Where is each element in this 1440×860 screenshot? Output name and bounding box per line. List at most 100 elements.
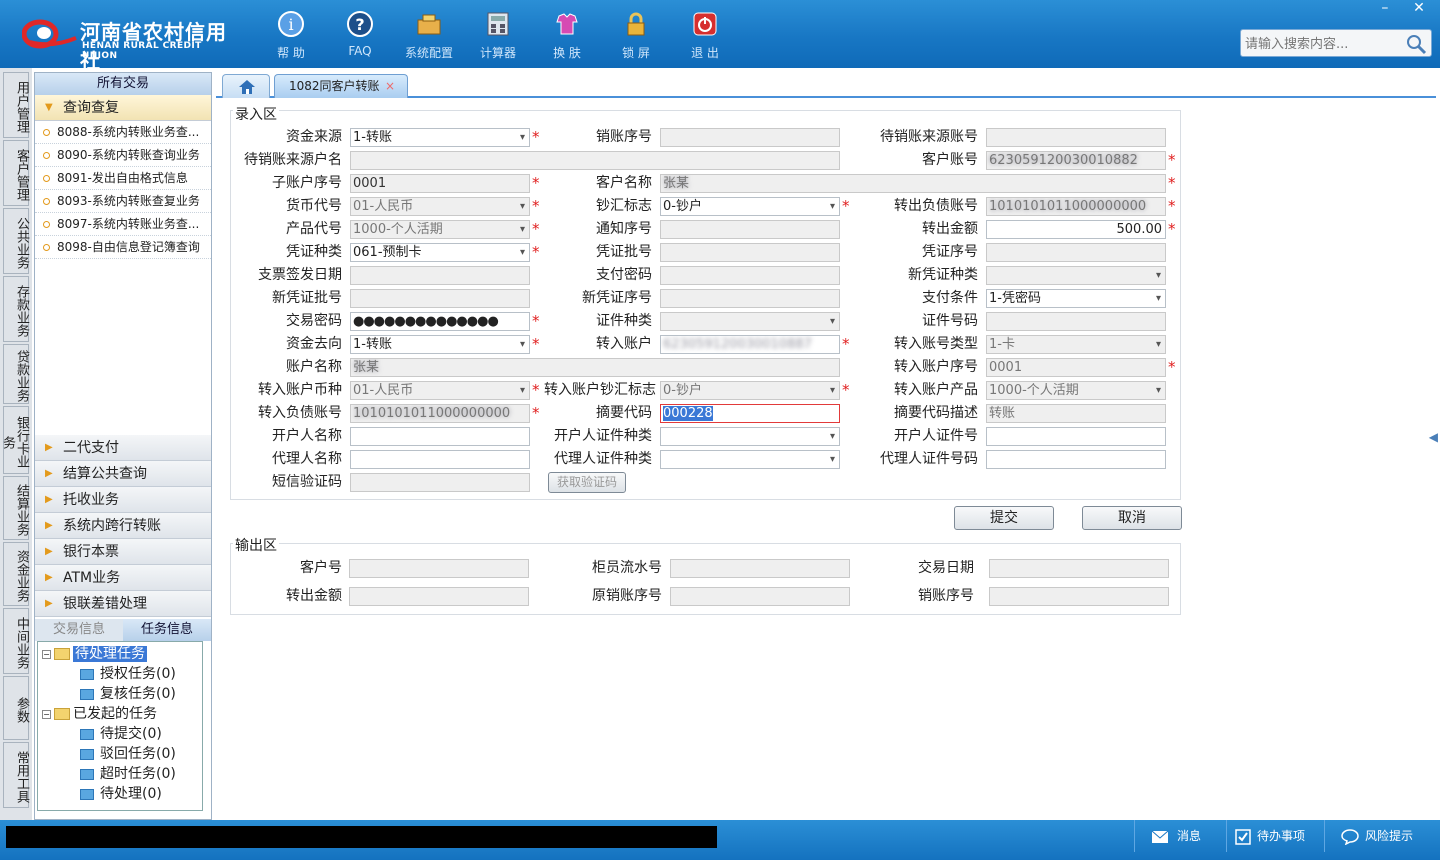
- category-item[interactable]: ▶ ATM业务: [35, 565, 211, 591]
- new-voucher-batch-field[interactable]: [350, 289, 530, 308]
- close-window-button[interactable]: ✕: [1404, 0, 1434, 18]
- config-button[interactable]: 系统配置: [394, 8, 464, 64]
- agent-id-type-select[interactable]: [660, 450, 840, 469]
- vtab-user-mgmt[interactable]: 用户管理: [3, 72, 29, 138]
- vtab-fund[interactable]: 资金业务: [3, 542, 29, 606]
- lock-button[interactable]: 锁 屏: [601, 8, 671, 64]
- list-item[interactable]: 8098-自由信息登记簿查询: [35, 236, 211, 259]
- get-code-button[interactable]: 获取验证码: [548, 472, 626, 493]
- vtab-loan[interactable]: 贷款业务: [3, 344, 29, 404]
- vtab-deposit[interactable]: 存款业务: [3, 276, 29, 342]
- submit-button[interactable]: 提交: [954, 506, 1054, 530]
- list-item[interactable]: 8090-系统内转账查询业务: [35, 144, 211, 167]
- id-no-field[interactable]: [986, 312, 1166, 331]
- tree-node-to-submit[interactable]: 待提交(0): [80, 724, 162, 744]
- opener-name-input[interactable]: [350, 427, 530, 446]
- out-debt-acct-field[interactable]: 1010101011000000000: [986, 197, 1166, 216]
- product-code-select[interactable]: 1000-个人活期: [350, 220, 530, 239]
- in-debt-acct-field[interactable]: 1010101011000000000: [350, 404, 530, 423]
- help-button[interactable]: i 帮 助: [256, 8, 326, 64]
- tab-task-info[interactable]: 任务信息: [123, 619, 211, 641]
- vtab-public[interactable]: 公共业务: [3, 208, 29, 274]
- summary-code-input[interactable]: 000228: [660, 404, 840, 423]
- summary-desc-field[interactable]: 转账: [986, 404, 1166, 423]
- search-input[interactable]: [1245, 34, 1405, 54]
- in-product-select[interactable]: 1000-个人活期: [986, 381, 1166, 400]
- acct-name-field[interactable]: 张某: [350, 358, 840, 377]
- pay-pwd-field[interactable]: [660, 266, 840, 285]
- collapse-icon[interactable]: −: [42, 649, 51, 659]
- opener-id-no-input[interactable]: [986, 427, 1166, 446]
- cash-flag-select[interactable]: 0-钞户: [660, 197, 840, 216]
- vtab-settlement[interactable]: 结算业务: [3, 476, 29, 540]
- category-item[interactable]: ▶ 托收业务: [35, 487, 211, 513]
- expand-handle-icon[interactable]: ◀: [1429, 430, 1438, 444]
- currency-select[interactable]: 01-人民币: [350, 197, 530, 216]
- tree-node-to-process[interactable]: 待处理(0): [80, 784, 162, 804]
- vtab-params[interactable]: 参数: [3, 676, 29, 740]
- tab-home[interactable]: [222, 74, 270, 98]
- tree-node-pending[interactable]: − 待处理任务: [42, 644, 147, 664]
- in-currency-select[interactable]: 01-人民币: [350, 381, 530, 400]
- out-amount-input[interactable]: 500.00: [986, 220, 1166, 239]
- cancel-button[interactable]: 取消: [1082, 506, 1182, 530]
- category-item[interactable]: ▶ 银行本票: [35, 539, 211, 565]
- tab-trade-info[interactable]: 交易信息: [35, 619, 123, 641]
- tree-node-rejected[interactable]: 驳回任务(0): [80, 744, 176, 764]
- cancel-seq-field[interactable]: [660, 128, 840, 147]
- id-type-select[interactable]: [660, 312, 840, 331]
- list-item[interactable]: 8091-发出自由格式信息: [35, 167, 211, 190]
- risk-button[interactable]: 风险提示: [1324, 820, 1440, 852]
- new-voucher-type-select[interactable]: [986, 266, 1166, 285]
- category-item[interactable]: ▶ 系统内跨行转账: [35, 513, 211, 539]
- new-voucher-seq-field[interactable]: [660, 289, 840, 308]
- agent-name-input[interactable]: [350, 450, 530, 469]
- customer-name-field[interactable]: 张某: [660, 174, 1166, 193]
- fund-dest-select[interactable]: 1-转账: [350, 335, 530, 354]
- category-query[interactable]: ▼ 查询查复: [35, 95, 211, 121]
- customer-acct-field[interactable]: 623059120030010882: [986, 151, 1166, 170]
- voucher-batch-field[interactable]: [660, 243, 840, 262]
- vtab-tools[interactable]: 常用工具: [3, 742, 29, 808]
- in-acct-input[interactable]: 623059120030010887: [660, 335, 840, 354]
- pending-src-acct-field[interactable]: [986, 128, 1166, 147]
- collapse-icon[interactable]: −: [42, 709, 51, 719]
- category-item[interactable]: ▶ 结算公共查询: [35, 461, 211, 487]
- voucher-seq-field[interactable]: [986, 243, 1166, 262]
- pending-src-name-field[interactable]: [350, 151, 840, 170]
- tree-node-auth[interactable]: 授权任务(0): [80, 664, 176, 684]
- fund-source-select[interactable]: 1-转账: [350, 128, 530, 147]
- minimize-button[interactable]: –: [1370, 0, 1400, 18]
- voucher-type-select[interactable]: 061-预制卡: [350, 243, 530, 262]
- calculator-button[interactable]: 计算器: [463, 8, 533, 64]
- exit-button[interactable]: 退 出: [670, 8, 740, 64]
- faq-button[interactable]: ? FAQ: [325, 8, 395, 64]
- todo-button[interactable]: 待办事项: [1226, 820, 1324, 852]
- category-item[interactable]: ▶ 银联差错处理: [35, 591, 211, 617]
- in-cash-flag-select[interactable]: 0-钞户: [660, 381, 840, 400]
- sub-acct-seq-field[interactable]: 0001: [350, 174, 530, 193]
- agent-id-no-input[interactable]: [986, 450, 1166, 469]
- in-acct-type-select[interactable]: 1-卡: [986, 335, 1166, 354]
- sms-code-field[interactable]: [350, 473, 530, 492]
- close-tab-icon[interactable]: ×: [385, 75, 395, 97]
- check-date-field[interactable]: [350, 266, 530, 285]
- notice-seq-field[interactable]: [660, 220, 840, 239]
- vtab-intermediary[interactable]: 中间业务: [3, 608, 29, 674]
- pay-cond-select[interactable]: 1-凭密码: [986, 289, 1166, 308]
- list-item[interactable]: 8097-系统内转账业务查...: [35, 213, 211, 236]
- search-icon[interactable]: [1405, 33, 1427, 55]
- opener-id-type-select[interactable]: [660, 427, 840, 446]
- tree-node-initiated[interactable]: − 已发起的任务: [42, 704, 157, 724]
- list-item[interactable]: 8093-系统内转账查复业务: [35, 190, 211, 213]
- vtab-customer-mgmt[interactable]: 客户管理: [3, 140, 29, 206]
- tab-1082-transfer[interactable]: 1082同客户转账 ×: [274, 74, 408, 98]
- list-item[interactable]: 8088-系统内转账业务查...: [35, 121, 211, 144]
- trade-pwd-input[interactable]: ●●●●●●●●●●●●●●: [350, 312, 530, 331]
- in-acct-seq-field[interactable]: 0001: [986, 358, 1166, 377]
- vtab-card[interactable]: 银行卡业务: [0, 406, 29, 474]
- skin-button[interactable]: 换 肤: [532, 8, 602, 64]
- category-item[interactable]: ▶ 二代支付: [35, 435, 211, 461]
- message-button[interactable]: 消息: [1134, 820, 1226, 852]
- tree-node-timeout[interactable]: 超时任务(0): [80, 764, 176, 784]
